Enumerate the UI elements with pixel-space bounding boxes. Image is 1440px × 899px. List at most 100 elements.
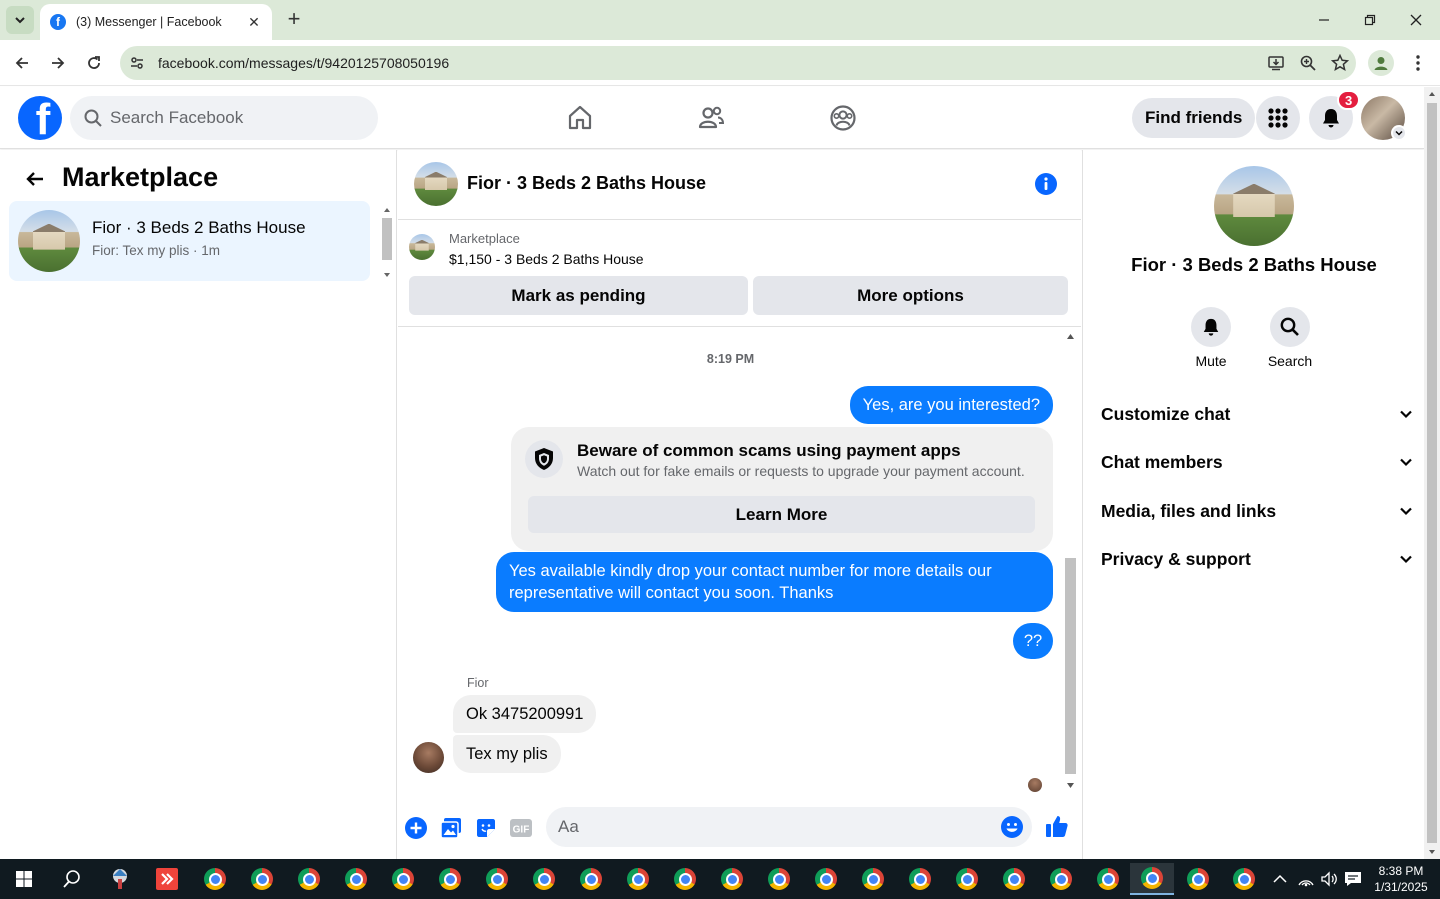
message-input[interactable] [558,817,978,837]
url-text[interactable]: facebook.com/messages/t/9420125708050196 [158,55,1260,71]
taskbar-chrome[interactable] [900,863,940,895]
maximize-button[interactable] [1348,6,1392,34]
taskbar-chrome[interactable] [195,863,235,895]
close-tab-icon[interactable]: ✕ [246,14,262,31]
taskbar-chrome[interactable] [1088,863,1128,895]
taskbar-chrome[interactable] [430,863,470,895]
taskbar-chrome[interactable] [383,863,423,895]
taskbar-search-button[interactable] [52,863,92,895]
install-app-button[interactable] [1260,49,1292,77]
taskbar-chrome[interactable] [618,863,658,895]
back-to-marketplace-button[interactable] [20,164,50,194]
search-input[interactable] [110,108,350,128]
browser-profile-button[interactable] [1368,50,1394,76]
new-tab-button[interactable]: + [282,8,306,32]
chat-title[interactable]: Fior · 3 Beds 2 Baths House [467,173,706,194]
system-clock[interactable]: 8:38 PM 1/31/2025 [1368,863,1434,895]
attach-photo-button[interactable] [438,815,464,841]
taskbar-chrome[interactable] [1224,863,1264,895]
page-scrollbar[interactable] [1424,87,1440,859]
volume-button[interactable] [1319,869,1339,889]
search-in-chat-action[interactable]: Search [1260,307,1320,369]
taskbar-chrome[interactable] [477,863,517,895]
nav-home[interactable] [562,100,598,136]
tab-search-button[interactable] [6,6,34,34]
action-center-button[interactable] [1343,869,1363,889]
menu-button[interactable] [1256,96,1300,140]
listing-thumbnail[interactable] [409,234,435,260]
taskbar-app-anydesk[interactable] [147,863,187,895]
taskbar-chrome[interactable] [853,863,893,895]
like-button[interactable] [1044,813,1070,839]
taskbar-chrome[interactable] [806,863,846,895]
zoom-button[interactable] [1292,49,1324,77]
chat-avatar[interactable] [414,162,458,206]
outgoing-message[interactable]: ?? [1013,623,1053,659]
nav-friends[interactable] [693,100,729,136]
taskbar-chrome-active[interactable] [1130,863,1174,895]
more-actions-button[interactable] [403,815,429,841]
reload-button[interactable] [80,49,108,77]
chat-members-section[interactable]: Chat members [1101,444,1413,480]
notification-center-icon [1345,872,1361,886]
taskbar-chrome[interactable] [1041,863,1081,895]
facebook-search[interactable] [70,96,378,140]
incoming-message[interactable]: Tex my plis [453,735,561,773]
customize-chat-section[interactable]: Customize chat [1101,396,1413,432]
nav-groups[interactable] [825,100,861,136]
message-input-box[interactable] [546,807,1032,847]
facebook-logo[interactable]: f [18,96,62,140]
site-info-button[interactable] [124,50,150,76]
bookmark-button[interactable] [1324,49,1356,77]
taskbar-chrome[interactable] [994,863,1034,895]
minimize-button[interactable] [1302,6,1346,34]
listing-price-title[interactable]: $1,150 - 3 Beds 2 Baths House [449,251,644,267]
gif-button[interactable]: GIF [508,815,534,841]
network-button[interactable] [1296,869,1316,889]
taskbar-chrome[interactable] [571,863,611,895]
thread-scrollbar[interactable] [1063,328,1078,796]
taskbar-chrome[interactable] [947,863,987,895]
sender-name: Fior [467,676,489,690]
media-files-links-section[interactable]: Media, files and links [1101,493,1413,529]
address-bar[interactable]: facebook.com/messages/t/9420125708050196 [120,46,1356,80]
inbox-scrollbar[interactable] [380,205,394,281]
mark-as-pending-button[interactable]: Mark as pending [409,276,748,315]
outgoing-message[interactable]: Yes available kindly drop your contact n… [496,552,1053,612]
incoming-message[interactable]: Ok 3475200991 [453,695,597,733]
more-options-button[interactable]: More options [753,276,1068,315]
conversation-item[interactable]: Fior · 3 Beds 2 Baths House Fior: Tex my… [9,201,370,281]
taskbar-chrome[interactable] [336,863,376,895]
details-avatar[interactable] [1214,166,1294,246]
emoji-icon[interactable] [1000,815,1024,839]
tray-overflow-button[interactable] [1270,869,1290,889]
browser-tab[interactable]: f (3) Messenger | Facebook ✕ [40,4,272,40]
learn-more-button[interactable]: Learn More [528,496,1035,533]
groups-icon [830,105,856,131]
minimize-icon [1319,19,1329,21]
find-friends-button[interactable]: Find friends [1132,98,1256,138]
outgoing-message[interactable]: Yes, are you interested? [849,386,1053,424]
browser-menu-button[interactable] [1406,50,1430,76]
taskbar-chrome[interactable] [1178,863,1218,895]
mute-action[interactable]: Mute [1181,307,1241,369]
start-button[interactable] [8,867,40,891]
forward-button[interactable] [44,49,72,77]
taskbar-chrome[interactable] [242,863,282,895]
taskbar-app-snip[interactable] [100,863,140,895]
info-icon[interactable] [1034,172,1058,196]
taskbar-chrome[interactable] [665,863,705,895]
sender-avatar[interactable] [413,742,444,773]
sticker-button[interactable] [473,815,499,841]
account-menu-caret[interactable] [1391,125,1407,141]
taskbar-chrome[interactable] [524,863,564,895]
privacy-support-section[interactable]: Privacy & support [1101,541,1413,577]
taskbar-chrome[interactable] [759,863,799,895]
chrome-icon [251,868,273,890]
chrome-icon [1050,868,1072,890]
chrome-icon [1141,867,1163,889]
taskbar-chrome[interactable] [289,863,329,895]
close-window-button[interactable] [1394,6,1438,34]
taskbar-chrome[interactable] [712,863,752,895]
back-button[interactable] [8,49,36,77]
